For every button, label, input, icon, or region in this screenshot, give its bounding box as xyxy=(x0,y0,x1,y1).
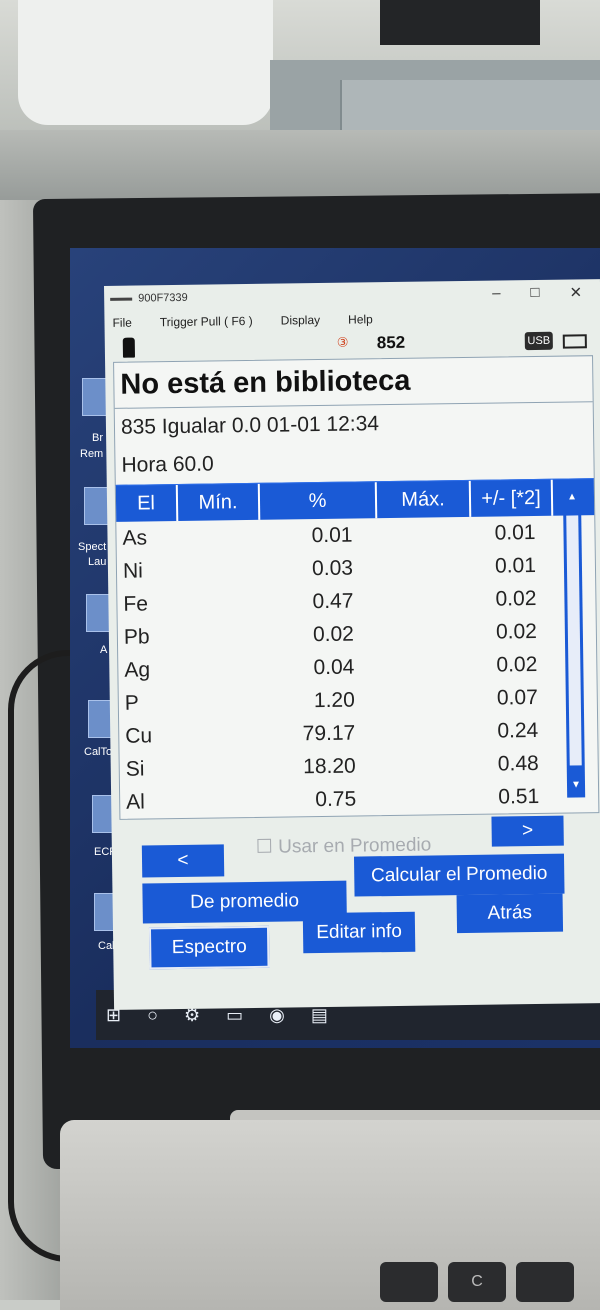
maximize-button[interactable]: □ xyxy=(530,284,539,302)
table-row[interactable]: Al 0.75 0.51 xyxy=(120,779,598,819)
next-button[interactable]: > xyxy=(491,815,564,847)
element-error: 0.07 xyxy=(496,685,538,710)
back-button[interactable]: Atrás xyxy=(456,893,564,934)
element-percent: 79.17 xyxy=(302,721,356,745)
desktop-label: CalTo xyxy=(84,746,113,758)
desktop-label: A xyxy=(100,644,108,656)
column-percent[interactable]: % xyxy=(259,482,378,520)
element-symbol: Pb xyxy=(123,624,150,649)
desktop-label: Lau xyxy=(88,556,107,568)
element-percent: 1.20 xyxy=(313,688,355,712)
element-error: 0.24 xyxy=(497,718,539,743)
element-error: 0.48 xyxy=(497,751,539,776)
menu-trigger-pull[interactable]: Trigger Pull ( F6 ) xyxy=(160,314,253,329)
lab-coat xyxy=(18,0,273,125)
result-info-line2: Hora 60.0 xyxy=(121,452,214,477)
element-error: 0.01 xyxy=(494,553,537,578)
element-percent: 18.20 xyxy=(303,754,356,778)
element-error: 0.01 xyxy=(494,520,536,545)
column-min[interactable]: Mín. xyxy=(177,483,261,521)
keyboard-key-c[interactable]: C xyxy=(448,1262,506,1302)
menu-display[interactable]: Display xyxy=(281,313,321,328)
sample-bottle-icon xyxy=(122,337,136,358)
element-error: 0.02 xyxy=(495,586,537,611)
result-panel: No está en biblioteca 835 Igualar 0.0 01… xyxy=(113,355,600,820)
close-button[interactable]: ✕ xyxy=(569,283,582,301)
desktop-label: Spect xyxy=(78,541,107,553)
table-header: El Mín. % Máx. +/- [*2] xyxy=(115,478,595,522)
column-element[interactable]: El xyxy=(115,484,179,522)
menu-help[interactable]: Help xyxy=(348,312,373,326)
element-error: 0.02 xyxy=(495,619,538,644)
spectrum-button[interactable]: Espectro xyxy=(148,925,270,970)
result-info-line1: 835 Igualar 0.0 01-01 12:34 xyxy=(120,412,380,439)
column-max[interactable]: Máx. xyxy=(376,480,472,519)
analyzer-window: 900F7339 – □ ✕ File Trigger Pull ( F6 ) … xyxy=(104,279,600,1010)
element-percent: 0.47 xyxy=(312,589,354,613)
use-in-average-label: Usar en Promedio xyxy=(278,834,432,858)
element-percent: 0.75 xyxy=(315,787,357,811)
usb-icon: USB xyxy=(524,331,553,351)
window-title: 900F7339 xyxy=(138,291,188,305)
app-icon xyxy=(110,297,133,301)
element-symbol: Si xyxy=(125,756,145,781)
menu-file[interactable]: File xyxy=(112,316,132,330)
battery-icon xyxy=(562,334,587,349)
previous-button[interactable]: < xyxy=(141,844,225,878)
element-symbol: Ag xyxy=(124,657,151,682)
element-table: As 0.01 0.01 Ni 0.03 0.01 Fe 0.47 0.02 Pb 0.02 0… xyxy=(116,515,598,819)
test-number: 852 xyxy=(376,332,406,353)
scroll-down-icon[interactable]: ▼ xyxy=(567,779,585,795)
minimize-button[interactable]: – xyxy=(492,284,501,302)
element-error: 0.02 xyxy=(496,652,538,677)
scroll-up-icon[interactable]: ▲ xyxy=(563,491,581,507)
element-symbol: P xyxy=(124,691,139,715)
calculate-average-button[interactable]: Calcular el Promedio xyxy=(353,853,565,897)
keyboard-key[interactable] xyxy=(516,1262,574,1302)
black-device xyxy=(380,0,540,45)
pulse-count-icon: ③ xyxy=(336,334,349,350)
keyboard-key[interactable] xyxy=(380,1262,438,1302)
edit-info-button[interactable]: Editar info xyxy=(302,911,416,954)
column-error[interactable]: +/- [*2] xyxy=(470,479,554,517)
desktop-label: Br xyxy=(92,432,103,444)
element-percent: 0.03 xyxy=(311,556,354,580)
keyboard: C xyxy=(380,1262,600,1302)
element-symbol: Al xyxy=(126,789,146,814)
element-symbol: Fe xyxy=(123,591,149,616)
desktop-label: Rem xyxy=(80,448,104,460)
match-result-heading: No está en biblioteca xyxy=(114,356,593,409)
element-percent: 0.04 xyxy=(313,655,355,679)
element-symbol: As xyxy=(122,525,148,550)
element-symbol: Cu xyxy=(125,723,153,748)
element-percent: 0.01 xyxy=(311,523,353,547)
analyzer-app-icon[interactable]: ▤ xyxy=(311,1005,328,1026)
element-percent: 0.02 xyxy=(312,622,355,646)
scroll-thumb[interactable] xyxy=(566,515,582,766)
element-symbol: Ni xyxy=(122,558,143,583)
element-error: 0.51 xyxy=(498,784,540,809)
